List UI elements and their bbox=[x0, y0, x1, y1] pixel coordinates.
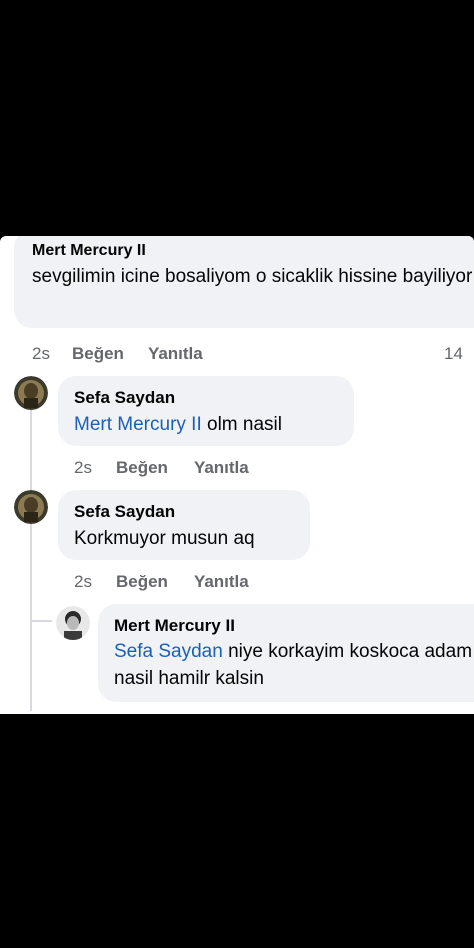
comment-actions: 2s Beğen Yanıtla bbox=[74, 458, 249, 478]
comment-text: Sefa Saydan niye korkayim koskoca adam n… bbox=[114, 638, 474, 692]
comment-time: 2s bbox=[32, 344, 50, 363]
comment-author[interactable]: Mert Mercury II bbox=[32, 242, 146, 260]
reply-button[interactable]: Yanıtla bbox=[148, 344, 203, 364]
comment-actions: 2s Beğen Yanıtla bbox=[74, 572, 249, 592]
avatar[interactable] bbox=[14, 490, 48, 524]
comment-time: 2s bbox=[74, 572, 92, 591]
reply-button[interactable]: Yanıtla bbox=[194, 572, 249, 592]
thread-line-branch bbox=[30, 620, 52, 622]
mention-link[interactable]: Sefa Saydan bbox=[114, 641, 223, 662]
reply-bubble: Mert Mercury II Sefa Saydan niye korkayi… bbox=[98, 604, 474, 702]
reply-bubble: Sefa Saydan Mert Mercury II olm nasil bbox=[58, 376, 354, 446]
comment-text: Mert Mercury II olm nasil bbox=[74, 411, 282, 438]
comment-author[interactable]: Sefa Saydan bbox=[74, 502, 175, 522]
reply-bubble: Sefa Saydan Korkmuyor musun aq bbox=[58, 490, 310, 560]
comment-text: sevgilimin icine bosaliyom o sicaklik hi… bbox=[32, 266, 473, 287]
thread-line bbox=[30, 406, 32, 711]
comment-author[interactable]: Sefa Saydan bbox=[74, 388, 175, 408]
reply-button[interactable]: Yanıtla bbox=[194, 458, 249, 478]
avatar[interactable] bbox=[56, 606, 90, 640]
reaction-count[interactable]: 14 bbox=[444, 344, 463, 364]
like-button[interactable]: Beğen bbox=[116, 572, 168, 592]
like-button[interactable]: Beğen bbox=[116, 458, 168, 478]
comment-text: Korkmuyor musun aq bbox=[74, 528, 255, 549]
comment-time: 2s bbox=[74, 458, 92, 477]
comment-author[interactable]: Mert Mercury II bbox=[114, 616, 235, 636]
comment-body: olm nasil bbox=[207, 414, 282, 435]
mention-link[interactable]: Mert Mercury II bbox=[74, 414, 202, 435]
screenshot-frame: Mert Mercury II sevgilimin icine bosaliy… bbox=[0, 0, 474, 948]
like-button[interactable]: Beğen bbox=[72, 344, 124, 364]
avatar[interactable] bbox=[14, 376, 48, 410]
comment-actions: 2s Beğen Yanıtla bbox=[32, 344, 203, 364]
comment-bubble: Mert Mercury II sevgilimin icine bosaliy… bbox=[14, 236, 474, 328]
comments-panel: Mert Mercury II sevgilimin icine bosaliy… bbox=[0, 236, 474, 714]
